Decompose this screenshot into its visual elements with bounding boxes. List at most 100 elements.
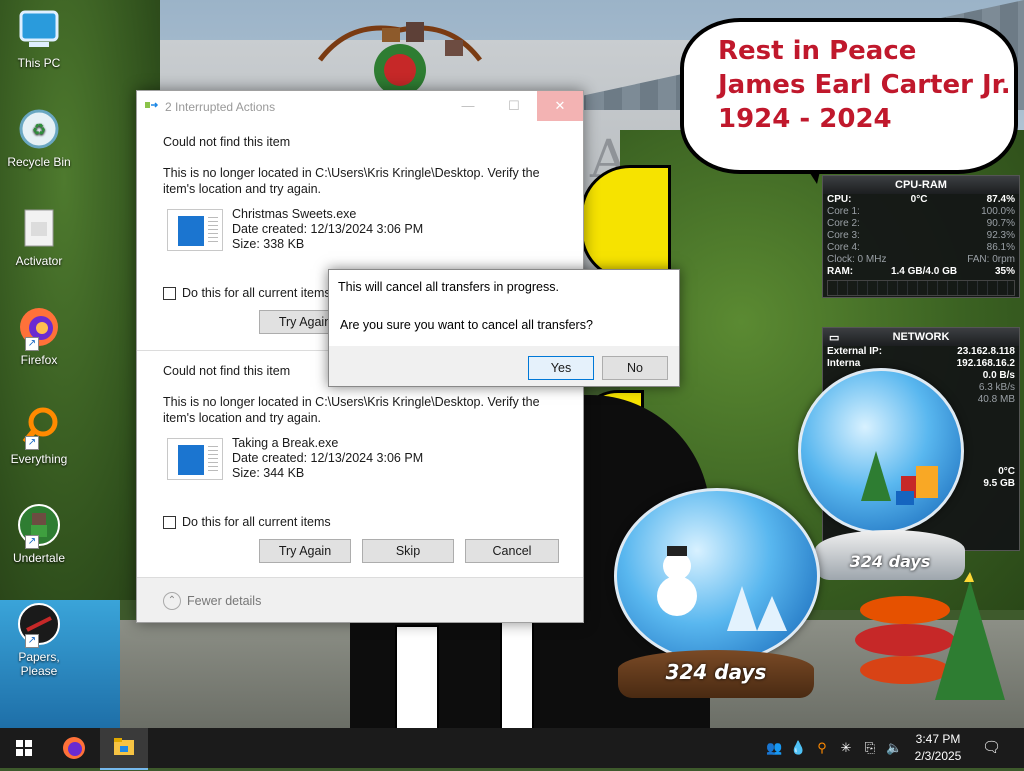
network-icon[interactable]: ⎘	[862, 740, 878, 756]
shortcut-arrow-icon: ↗	[25, 634, 39, 648]
dialog-titlebar[interactable]: 2 Interrupted Actions — ☐ ✕	[137, 91, 583, 121]
skip-button[interactable]: Skip	[362, 539, 454, 563]
item-heading: Could not find this item	[163, 135, 291, 149]
drop-icon[interactable]: 💧	[790, 740, 806, 756]
core-row: Core 4: 86.1%	[823, 242, 1019, 254]
file-info[interactable]: Christmas Sweets.exe Date created: 12/13…	[163, 207, 543, 255]
item-message: This is no longer located in C:\Users\Kr…	[163, 395, 540, 425]
undertale-icon: ↗	[17, 503, 61, 549]
document-icon	[17, 206, 61, 250]
core-value: 92.3%	[986, 230, 1015, 241]
sleigh-decoration	[318, 22, 482, 95]
fewer-details-link[interactable]: Fewer details	[187, 594, 261, 608]
desktop-icon-everything[interactable]: ↗ Everything	[4, 404, 74, 466]
clock-date: 2/3/2025	[914, 749, 962, 763]
checkbox-box[interactable]	[163, 286, 176, 300]
speech-line-2: James Earl Carter Jr.	[718, 70, 1011, 100]
core-value: 100.0%	[981, 206, 1015, 217]
cpu-label: CPU:	[827, 194, 852, 205]
download-rate: 6.3 kB/s	[978, 382, 1015, 393]
ram-label: RAM:	[827, 266, 854, 277]
volume-icon[interactable]: 🔈	[886, 740, 902, 756]
file-size: Size: 344 KB	[232, 466, 305, 480]
confirm-message: This will cancel all transfers in progre…	[338, 280, 559, 294]
gadget-title: CPU-RAM	[823, 176, 1019, 194]
internal-ip-row: Interna 192.168.16.2	[823, 358, 1019, 370]
countdown-label: 324 days	[849, 552, 931, 571]
firefox-icon: ↗	[17, 305, 61, 351]
file-date: Date created: 12/13/2024 3:06 PM	[232, 222, 424, 236]
close-button[interactable]: ✕	[537, 91, 583, 121]
desktop-icon-label: Firefox	[20, 353, 58, 367]
apply-all-checkbox[interactable]: Do this for all current items	[163, 515, 331, 529]
taskbar-firefox[interactable]	[50, 728, 98, 768]
desktop-icon-undertale[interactable]: ↗ Undertale	[4, 503, 74, 565]
desktop-icon-label: This PC	[17, 56, 61, 70]
checkbox-box[interactable]	[163, 515, 176, 529]
papers-please-icon: ↗	[17, 602, 61, 648]
executable-file-icon	[167, 438, 223, 480]
cancel-button[interactable]: Cancel	[465, 539, 559, 563]
file-details: Christmas Sweets.exe Date created: 12/13…	[232, 207, 423, 252]
desktop-icon-activator[interactable]: Activator	[4, 206, 74, 268]
desktop-icon-this-pc[interactable]: This PC	[4, 8, 74, 70]
snowflake-icon[interactable]: ✳	[838, 740, 854, 756]
checkbox-label: Do this for all current items	[182, 515, 331, 529]
apply-all-checkbox[interactable]: Do this for all current items	[163, 286, 331, 300]
file-name: Christmas Sweets.exe	[232, 207, 357, 221]
people-icon[interactable]: 👥	[766, 740, 782, 756]
monitor-icon: ▭	[829, 332, 840, 344]
total-transfer: 40.8 MB	[977, 394, 1015, 405]
core-value: 86.1%	[986, 242, 1015, 253]
minimize-button[interactable]: —	[445, 91, 491, 121]
computer-icon	[17, 8, 61, 52]
desktop-icon-recycle-bin[interactable]: ♻ Recycle Bin	[4, 107, 74, 169]
start-button[interactable]	[0, 728, 48, 768]
figure-leg	[500, 615, 534, 734]
cancel-transfers-dialog: This will cancel all transfers in progre…	[328, 269, 680, 387]
desktop-icon-papers-please[interactable]: ↗ Papers, Please	[4, 602, 74, 678]
try-again-button[interactable]: Try Again	[259, 539, 351, 563]
core-row: Core 3: 92.3%	[823, 230, 1019, 242]
dialog-title: 2 Interrupted Actions	[165, 100, 276, 114]
file-transfer-icon	[145, 102, 159, 108]
taskbar-file-explorer[interactable]	[100, 728, 148, 770]
core-value: 90.7%	[986, 218, 1015, 229]
disk-size: 9.5 GB	[983, 478, 1015, 489]
snow-globe	[798, 368, 964, 534]
core-label: Core 3:	[827, 230, 860, 241]
disk-temp: 0°C	[998, 466, 1015, 477]
speech-bubble: Rest in Peace James Earl Carter Jr. 1924…	[680, 18, 1018, 174]
cpu-clock: Clock: 0 MHz	[827, 254, 887, 265]
maximize-button[interactable]: ☐	[491, 91, 537, 121]
core-row: Core 2: 90.7%	[823, 218, 1019, 230]
search-icon[interactable]: ⚲	[814, 740, 830, 756]
file-info[interactable]: Taking a Break.exe Date created: 12/13/2…	[163, 436, 543, 484]
speech-line-3: 1924 - 2024	[718, 104, 892, 134]
desktop-icon-firefox[interactable]: ↗ Firefox	[4, 305, 74, 367]
core-label: Core 1:	[827, 206, 860, 217]
upload-rate: 0.0 B/s	[982, 370, 1015, 381]
svg-text:♻: ♻	[32, 122, 46, 139]
yes-button[interactable]: Yes	[528, 356, 594, 380]
gadget-title: ▭ NETWORK	[823, 328, 1019, 346]
desktop-icon-label: Papers, Please	[18, 650, 60, 678]
ram-graph	[827, 280, 1015, 296]
ram-percent: 35%	[994, 266, 1015, 277]
ram-value: 1.4 GB/4.0 GB	[890, 266, 958, 277]
taskbar-clock[interactable]: 3:47 PM 2/3/2025	[908, 731, 968, 765]
cpu-temp: 0°C	[910, 194, 928, 205]
confirm-body: This will cancel all transfers in progre…	[329, 270, 679, 346]
desktop-icon-label: Activator	[15, 254, 63, 268]
chevron-up-icon[interactable]: ⌃	[163, 592, 181, 610]
notification-icon[interactable]: 🗨	[982, 740, 1001, 756]
confirm-button-bar: Yes No	[329, 346, 679, 386]
taskbar: 👥 💧 ⚲ ✳ ⎘ 🔈 3:47 PM 2/3/2025 🗨	[0, 728, 1024, 770]
external-ip-label: External IP:	[827, 346, 883, 357]
file-details: Taking a Break.exe Date created: 12/13/2…	[232, 436, 423, 481]
no-button[interactable]: No	[602, 356, 668, 380]
snow-globe-base: 324 days	[618, 650, 814, 698]
countdown-label: 324 days	[665, 660, 767, 684]
cpu-percent: 87.4%	[986, 194, 1015, 205]
desktop-icon-label: Recycle Bin	[7, 155, 71, 169]
